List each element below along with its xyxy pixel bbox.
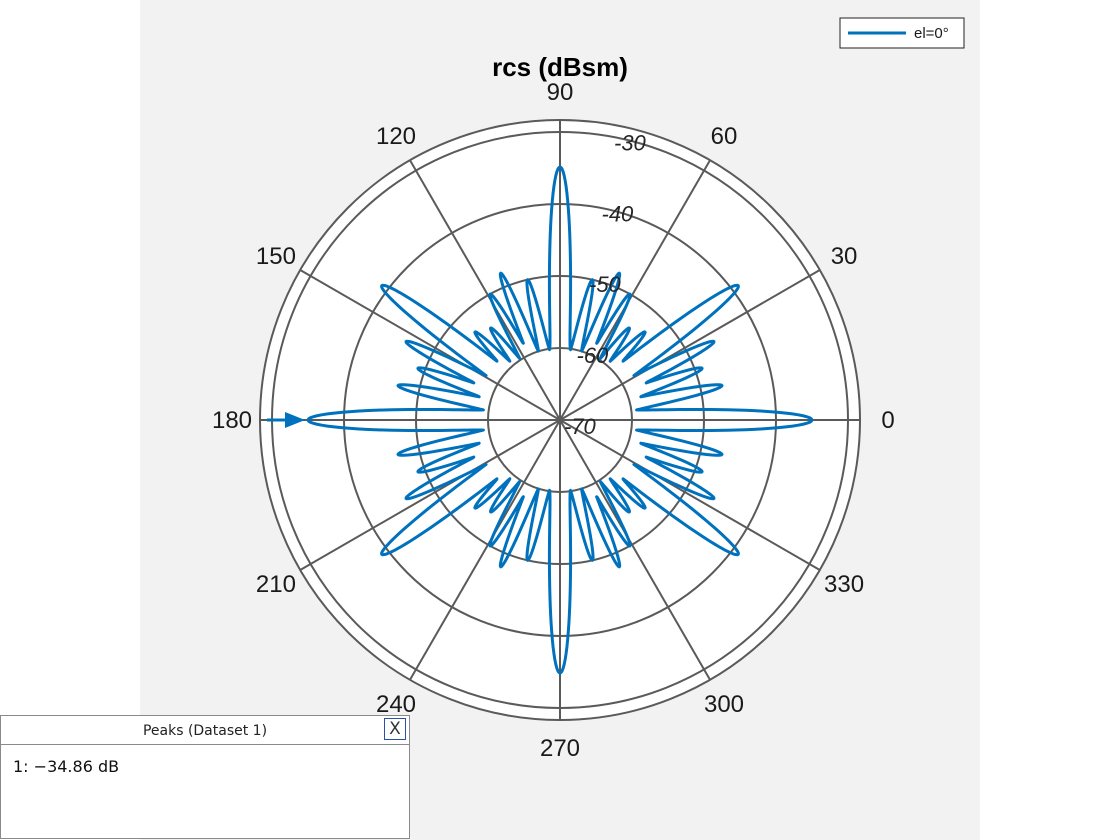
- magnitude-tick-label: -40: [602, 201, 635, 226]
- peaks-panel-title: Peaks (Dataset 1): [142, 723, 268, 739]
- angle-tick-label: 330: [824, 571, 864, 598]
- angle-tick-label: 30: [831, 243, 858, 270]
- magnitude-tick-label: -60: [577, 343, 610, 368]
- peak-entry: 1: −34.86 dB: [13, 757, 120, 776]
- angle-tick-label: 120: [376, 123, 416, 150]
- angle-tick-label: 180: [212, 407, 252, 434]
- angle-tick-label: 90: [547, 79, 574, 106]
- angle-tick-label: 270: [540, 735, 580, 762]
- angle-tick-label: 240: [376, 691, 416, 718]
- chart-title: rcs (dBsm): [492, 52, 628, 82]
- angle-tick-label: 60: [711, 123, 738, 150]
- angle-tick-label: 0: [881, 407, 894, 434]
- legend-label: el=0°: [914, 25, 949, 42]
- magnitude-tick-label: -50: [589, 272, 622, 297]
- peaks-list: 1: −34.86 dB: [1, 745, 409, 788]
- peaks-panel: Peaks (Dataset 1) X 1: −34.86 dB: [0, 715, 410, 839]
- angle-tick-label: 150: [256, 243, 296, 270]
- peaks-panel-header: Peaks (Dataset 1) X: [1, 716, 409, 745]
- angle-tick-label: 210: [256, 571, 296, 598]
- angle-tick-label: 300: [704, 691, 744, 718]
- magnitude-tick-label: -70: [564, 414, 597, 439]
- magnitude-tick-label: -30: [614, 130, 647, 155]
- polar-plot: 0 30 60 90 120 150 180 210 240 270 300 330 -70 -60 -50…: [212, 17, 965, 762]
- close-button[interactable]: X: [384, 718, 406, 740]
